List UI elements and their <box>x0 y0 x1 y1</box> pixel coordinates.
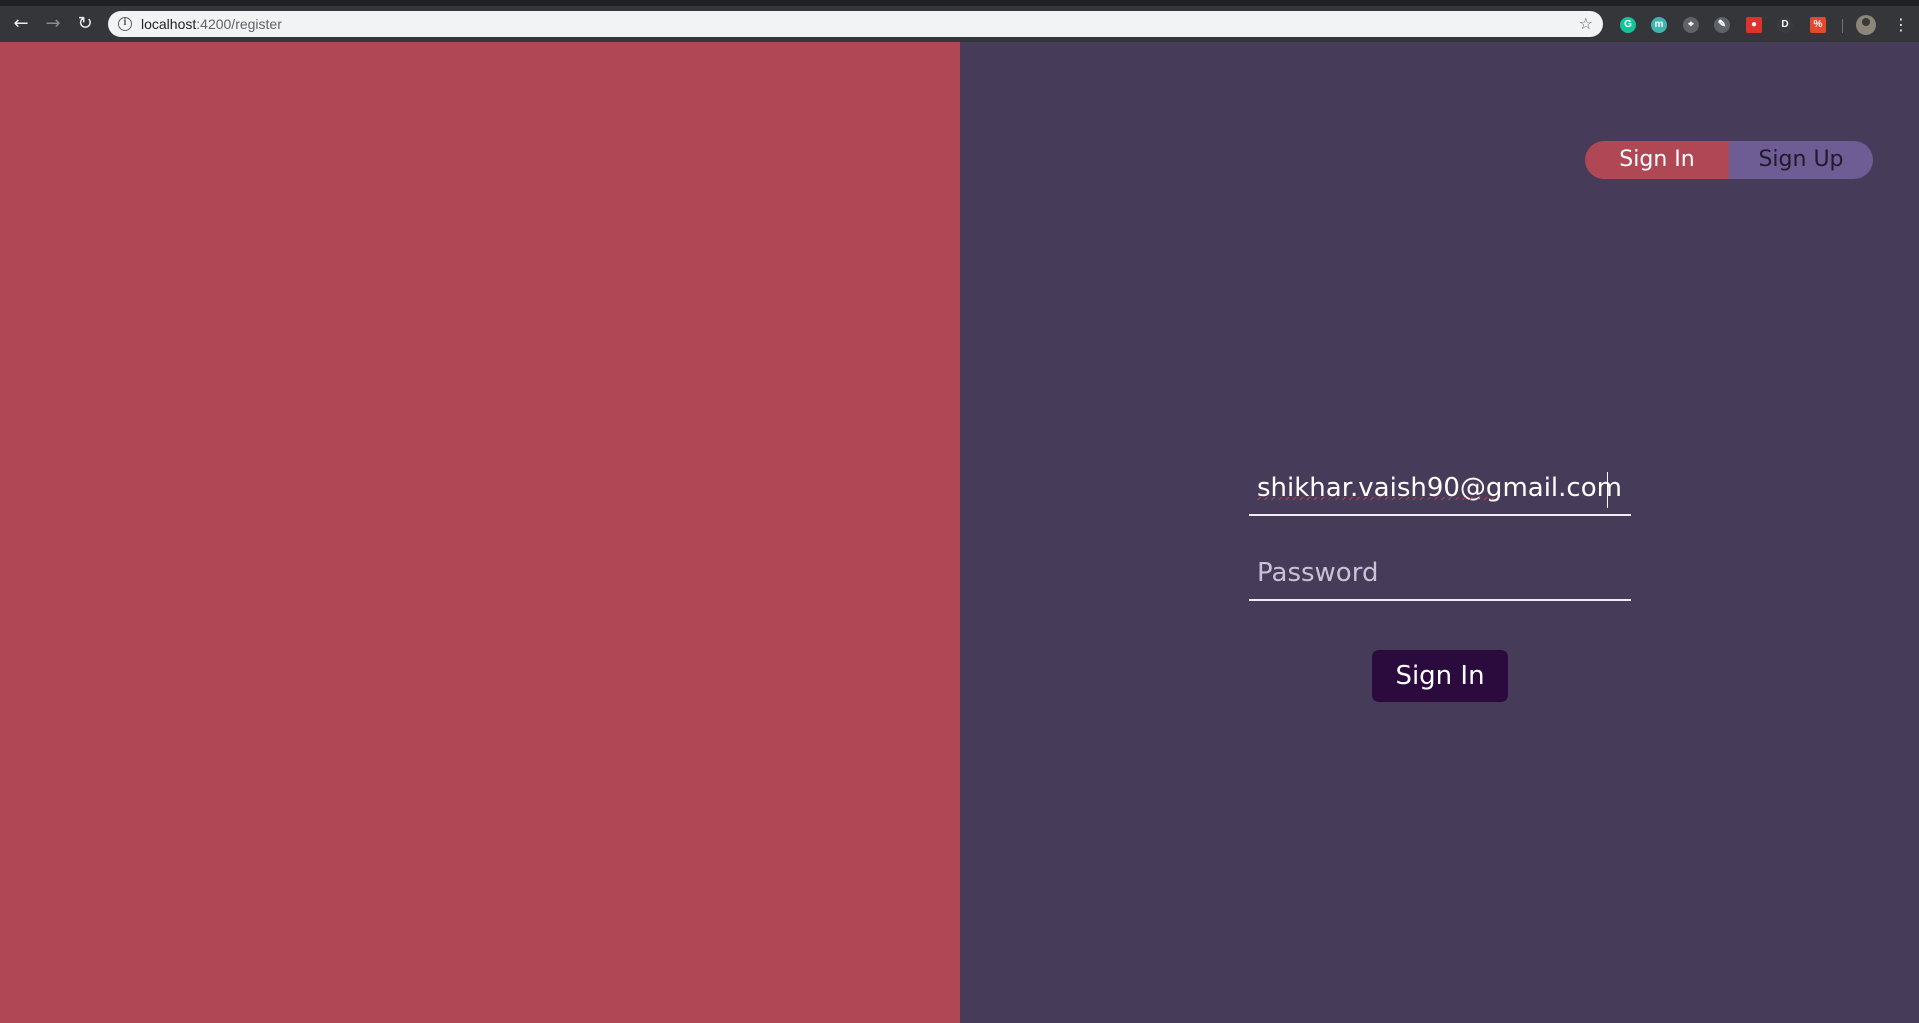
password-field[interactable] <box>1249 547 1631 599</box>
browser-menu-icon[interactable]: ⋮ <box>1893 15 1909 35</box>
forward-arrow-icon[interactable]: → <box>42 13 64 35</box>
page-content: Sign In Sign Up Sign In <box>0 42 1919 1023</box>
location-pin-icon[interactable]: ⌖ <box>1683 17 1699 33</box>
red-shield-icon[interactable]: ● <box>1746 17 1762 33</box>
left-panel <box>0 42 960 1023</box>
auth-mode-toggle: Sign In Sign Up <box>1585 141 1873 179</box>
percent-icon[interactable]: % <box>1810 17 1826 33</box>
toggle-signup-button[interactable]: Sign Up <box>1729 141 1873 179</box>
browser-toolbar: ← → ↻ i localhost:4200/register ☆ Gm ⌖ ✎ ● D… <box>0 6 1919 42</box>
back-arrow-icon[interactable]: ← <box>10 13 32 35</box>
email-field-wrapper <box>1249 462 1631 516</box>
text-caret <box>1607 472 1608 508</box>
toolbar-divider <box>1842 19 1843 33</box>
grammarly-icon[interactable]: G <box>1620 17 1636 33</box>
password-field-wrapper <box>1249 547 1631 601</box>
dark-reader-icon[interactable]: D <box>1777 17 1793 33</box>
bookmark-star-icon[interactable]: ☆ <box>1579 11 1593 37</box>
spellcheck-underline <box>1257 497 1497 500</box>
signin-submit-button[interactable]: Sign In <box>1372 650 1508 702</box>
profile-avatar[interactable] <box>1856 15 1876 35</box>
toggle-signin-button[interactable]: Sign In <box>1585 141 1729 179</box>
pen-icon[interactable]: ✎ <box>1714 17 1730 33</box>
site-info-icon[interactable]: i <box>118 17 132 31</box>
url-text[interactable]: localhost:4200/register <box>141 11 282 37</box>
m-extension-icon[interactable]: m <box>1651 17 1667 33</box>
reload-icon[interactable]: ↻ <box>74 13 96 35</box>
email-field[interactable] <box>1249 462 1631 514</box>
address-bar[interactable]: i localhost:4200/register ☆ <box>108 11 1603 37</box>
auth-panel: Sign In Sign Up Sign In <box>960 42 1919 1023</box>
